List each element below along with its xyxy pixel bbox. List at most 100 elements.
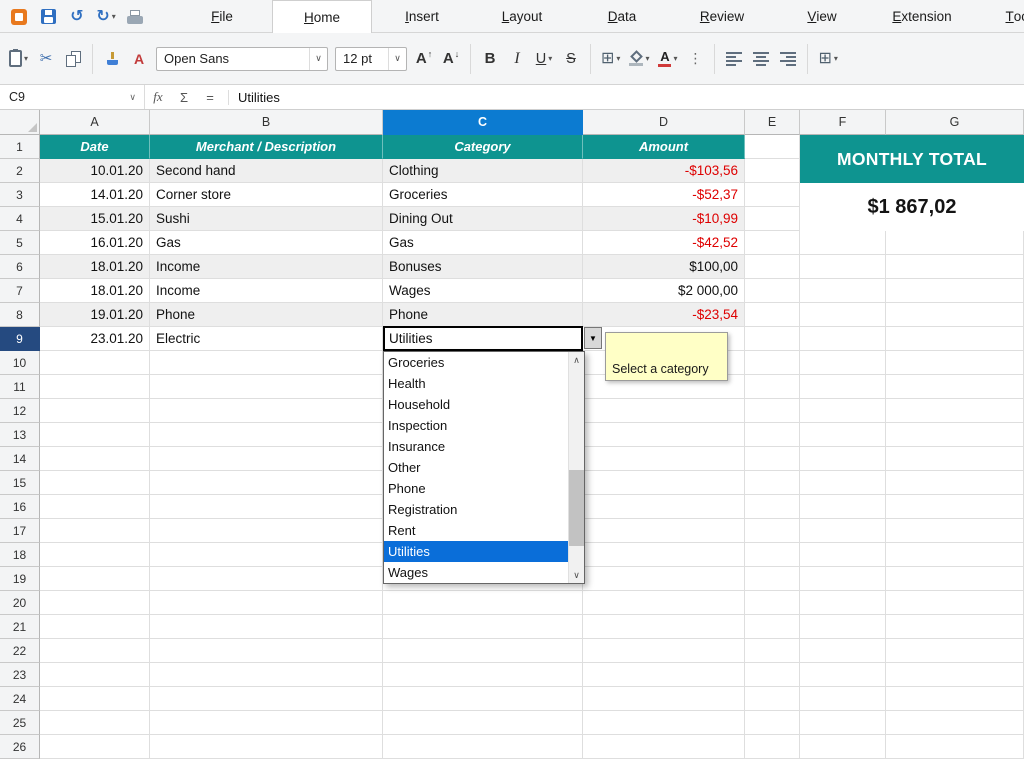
underline-button[interactable]: U▾ (531, 42, 557, 76)
tab-home[interactable]: Home (272, 0, 372, 33)
cell-F22[interactable] (800, 639, 886, 663)
row-header-12[interactable]: 12 (0, 399, 40, 423)
row-header-16[interactable]: 16 (0, 495, 40, 519)
cell-D14[interactable] (583, 447, 745, 471)
cell-G15[interactable] (886, 471, 1024, 495)
cell-D8[interactable]: -$23,54 (583, 303, 745, 327)
cell-E13[interactable] (745, 423, 800, 447)
cell-E26[interactable] (745, 735, 800, 759)
cell-A13[interactable] (40, 423, 150, 447)
cell-F25[interactable] (800, 711, 886, 735)
cell-F23[interactable] (800, 663, 886, 687)
merge-cells-button[interactable]: ⊞▾ (814, 42, 841, 76)
row-header-14[interactable]: 14 (0, 447, 40, 471)
cell-F15[interactable] (800, 471, 886, 495)
row-header-6[interactable]: 6 (0, 255, 40, 279)
more-options-button[interactable]: ⋮ (682, 42, 708, 76)
autosum-button[interactable]: Σ (171, 85, 197, 109)
borders-button[interactable]: ⊞▾ (597, 42, 624, 76)
cell-C6[interactable]: Bonuses (383, 255, 583, 279)
cell-G8[interactable] (886, 303, 1024, 327)
cell-G7[interactable] (886, 279, 1024, 303)
row-header-23[interactable]: 23 (0, 663, 40, 687)
dropdown-item-utilities[interactable]: Utilities (384, 541, 568, 562)
formula-input[interactable]: Utilities (238, 90, 280, 105)
scrollbar-thumb[interactable] (569, 470, 584, 546)
cell-E5[interactable] (745, 231, 800, 255)
column-header-F[interactable]: F (800, 110, 886, 135)
cell-C24[interactable] (383, 687, 583, 711)
cell-B14[interactable] (150, 447, 383, 471)
cell-A22[interactable] (40, 639, 150, 663)
cell-G13[interactable] (886, 423, 1024, 447)
cell-C20[interactable] (383, 591, 583, 615)
cell-D17[interactable] (583, 519, 745, 543)
cell-A21[interactable] (40, 615, 150, 639)
cell-B12[interactable] (150, 399, 383, 423)
column-header-A[interactable]: A (40, 110, 150, 135)
cell-E8[interactable] (745, 303, 800, 327)
cell-B15[interactable] (150, 471, 383, 495)
row-header-18[interactable]: 18 (0, 543, 40, 567)
column-header-D[interactable]: D (583, 110, 745, 135)
cell-G26[interactable] (886, 735, 1024, 759)
cell-G17[interactable] (886, 519, 1024, 543)
font-color-button[interactable]: A▾ (654, 42, 681, 76)
cell-E7[interactable] (745, 279, 800, 303)
cell-F6[interactable] (800, 255, 886, 279)
cell-G20[interactable] (886, 591, 1024, 615)
row-header-13[interactable]: 13 (0, 423, 40, 447)
cell-B17[interactable] (150, 519, 383, 543)
monthly-total-banner[interactable]: MONTHLY TOTAL (800, 135, 1024, 183)
tab-data[interactable]: Data (572, 0, 672, 33)
cell-C26[interactable] (383, 735, 583, 759)
cell-G24[interactable] (886, 687, 1024, 711)
cell-A25[interactable] (40, 711, 150, 735)
cell-F16[interactable] (800, 495, 886, 519)
row-header-15[interactable]: 15 (0, 471, 40, 495)
cell-A1[interactable]: Date (40, 135, 150, 159)
column-header-E[interactable]: E (745, 110, 800, 135)
tab-insert[interactable]: Insert (372, 0, 472, 33)
cell-D4[interactable]: -$10,99 (583, 207, 745, 231)
column-header-B[interactable]: B (150, 110, 383, 135)
cell-D7[interactable]: $2 000,00 (583, 279, 745, 303)
cell-B19[interactable] (150, 567, 383, 591)
cell-C1[interactable]: Category (383, 135, 583, 159)
cell-A15[interactable] (40, 471, 150, 495)
font-size-select[interactable]: 12 pt ∨ (335, 47, 407, 71)
cell-B10[interactable] (150, 351, 383, 375)
equals-button[interactable]: = (197, 85, 223, 109)
cell-D6[interactable]: $100,00 (583, 255, 745, 279)
row-header-1[interactable]: 1 (0, 135, 40, 159)
cell-F5[interactable] (800, 231, 886, 255)
align-left-button[interactable] (721, 42, 747, 76)
cell-E1[interactable] (745, 135, 800, 159)
cell-D23[interactable] (583, 663, 745, 687)
cell-D22[interactable] (583, 639, 745, 663)
cell-C5[interactable]: Gas (383, 231, 583, 255)
cell-D21[interactable] (583, 615, 745, 639)
cell-A26[interactable] (40, 735, 150, 759)
row-header-9[interactable]: 9 (0, 327, 40, 351)
row-header-2[interactable]: 2 (0, 159, 40, 183)
save-button[interactable] (37, 5, 59, 29)
cell-F24[interactable] (800, 687, 886, 711)
monthly-total-value[interactable]: $1 867,02 (800, 183, 1024, 231)
dropdown-item-inspection[interactable]: Inspection (384, 415, 568, 436)
row-header-26[interactable]: 26 (0, 735, 40, 759)
cell-A6[interactable]: 18.01.20 (40, 255, 150, 279)
cell-E9[interactable] (745, 327, 800, 351)
cell-F21[interactable] (800, 615, 886, 639)
decrease-font-button[interactable]: A↓ (438, 42, 464, 76)
cell-D18[interactable] (583, 543, 745, 567)
cell-C7[interactable]: Wages (383, 279, 583, 303)
cell-C23[interactable] (383, 663, 583, 687)
app-menu-button[interactable] (8, 5, 30, 29)
cell-E16[interactable] (745, 495, 800, 519)
dropdown-item-groceries[interactable]: Groceries (384, 352, 568, 373)
cell-G19[interactable] (886, 567, 1024, 591)
cell-F26[interactable] (800, 735, 886, 759)
cell-G6[interactable] (886, 255, 1024, 279)
cell-B11[interactable] (150, 375, 383, 399)
